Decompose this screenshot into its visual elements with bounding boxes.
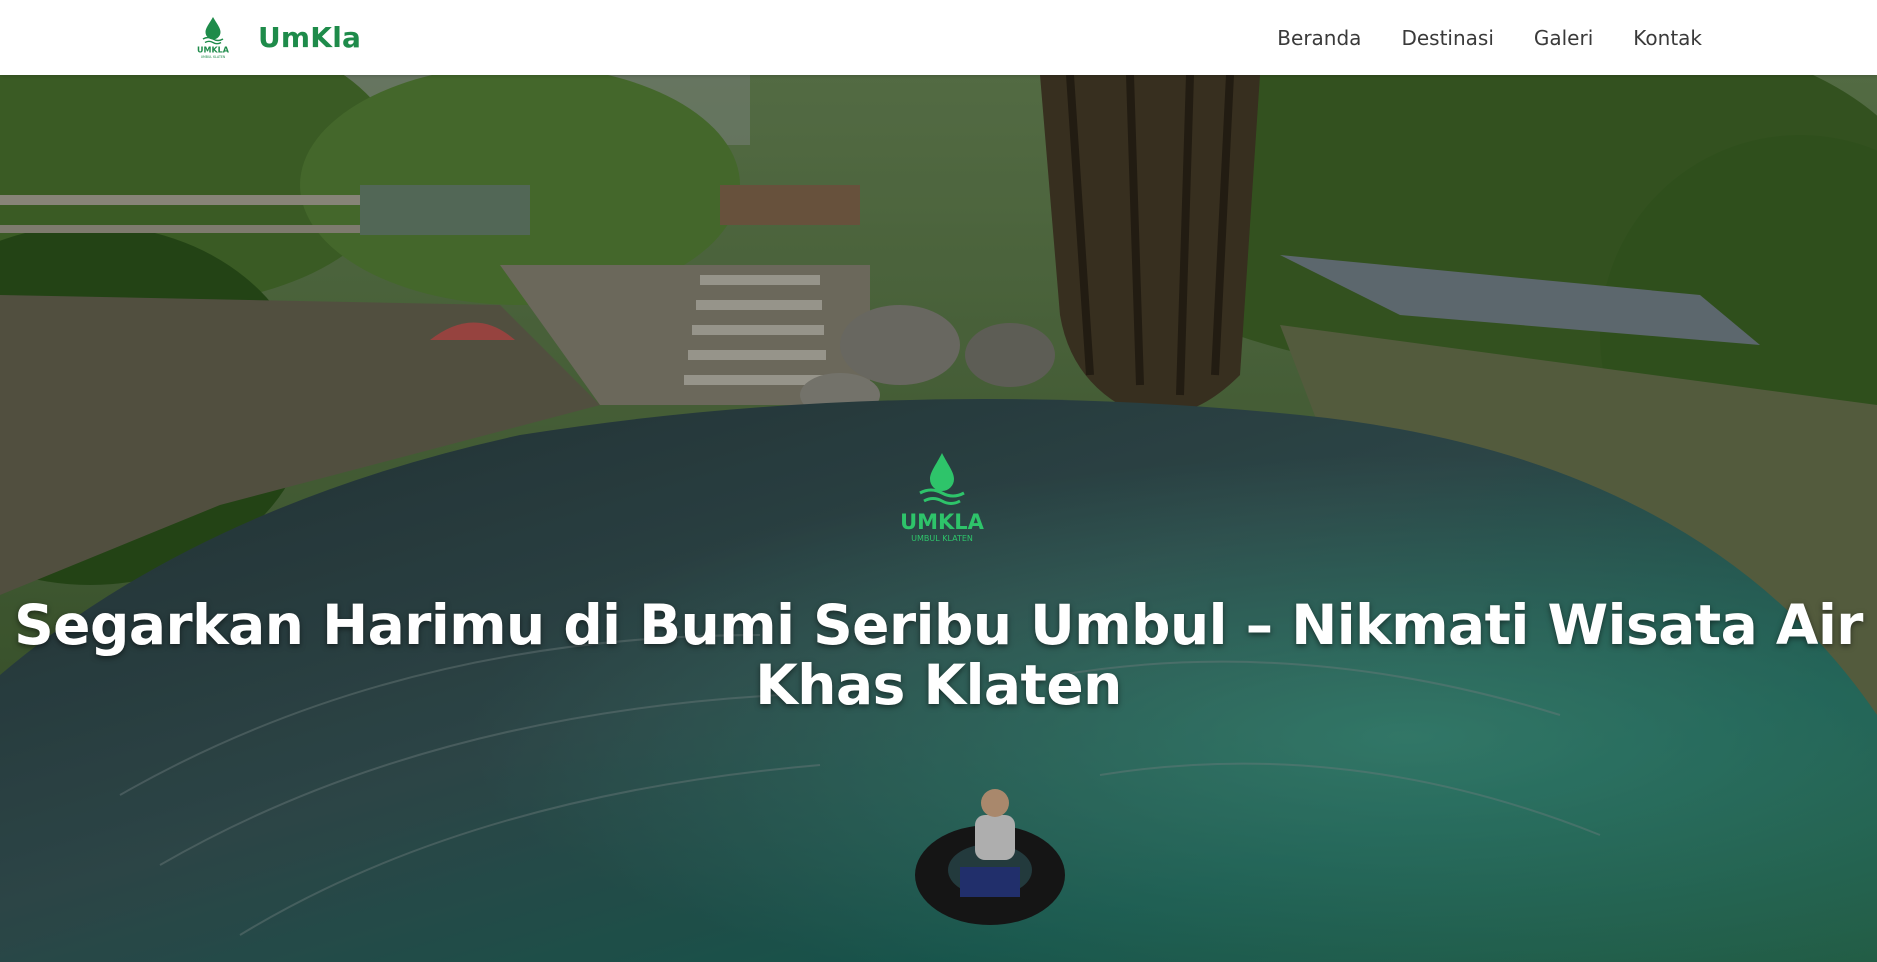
brand-link[interactable]: UMKLA UMBUL KLATEN UmKla [190, 14, 361, 60]
brand-name: UmKla [258, 20, 362, 54]
umkla-logo-icon: UMKLA UMBUL KLATEN [197, 17, 230, 59]
main-nav: Beranda Destinasi Galeri Kontak [1237, 0, 1702, 75]
nav-link-kontak[interactable]: Kontak [1633, 26, 1702, 50]
hero-section: UMKLA UMBUL KLATEN Segarkan Harimu di Bu… [0, 75, 1877, 962]
hero-umkla-logo-icon: UMKLA UMBUL KLATEN [900, 453, 985, 543]
hero-title: Segarkan Harimu di Bumi Seribu Umbul – N… [14, 593, 1863, 717]
svg-text:UMKLA: UMKLA [197, 46, 230, 55]
nav-link-beranda[interactable]: Beranda [1277, 26, 1361, 50]
nav-link-galeri[interactable]: Galeri [1534, 26, 1593, 50]
svg-text:UMBUL KLATEN: UMBUL KLATEN [911, 534, 973, 543]
svg-text:UMKLA: UMKLA [900, 510, 985, 534]
svg-text:UMBUL KLATEN: UMBUL KLATEN [201, 55, 226, 59]
nav-link-destinasi[interactable]: Destinasi [1401, 26, 1493, 50]
navbar: UMKLA UMBUL KLATEN UmKla Beranda Destina… [0, 0, 1877, 75]
